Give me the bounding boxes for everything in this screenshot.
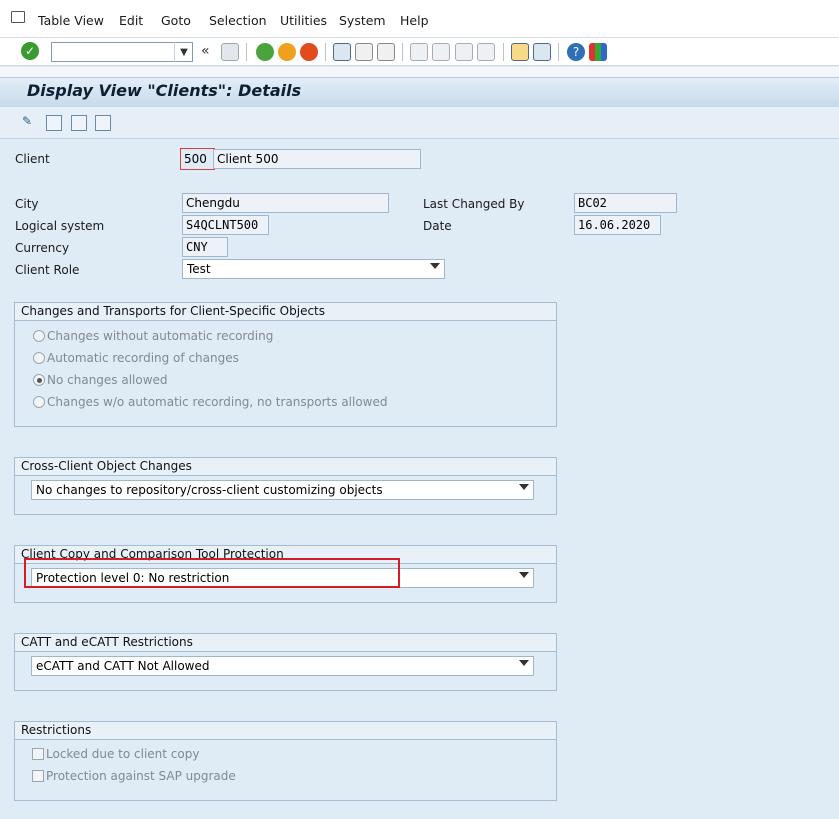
select-entry-icon[interactable] — [95, 115, 111, 131]
date-label: Date — [423, 219, 452, 233]
toolbar-separator — [402, 43, 403, 61]
menu-goto[interactable]: Goto — [161, 13, 191, 28]
next-page-icon[interactable] — [455, 43, 473, 61]
application-toolbar — [0, 107, 839, 139]
last-changed-by-label: Last Changed By — [423, 197, 525, 211]
command-field[interactable] — [51, 42, 193, 62]
page-title: Display View "Clients": Details — [27, 81, 302, 100]
cross-client-value: No changes to repository/cross-client cu… — [36, 483, 383, 497]
chevron-down-icon — [519, 660, 529, 666]
cross-client-title: Cross-Client Object Changes — [15, 458, 556, 476]
customize-layout-icon[interactable] — [589, 43, 607, 61]
find-next-icon[interactable] — [377, 43, 395, 61]
checkbox-label: Locked due to client copy — [46, 747, 200, 761]
radio-automatic-recording[interactable]: Automatic recording of changes — [33, 351, 239, 365]
client-field[interactable]: 500 — [184, 152, 207, 166]
previous-page-icon[interactable] — [432, 43, 450, 61]
radio-no-changes-allowed[interactable]: No changes allowed — [33, 373, 168, 387]
toolbar-separator — [503, 43, 504, 61]
radio-label: Changes w/o automatic recording, no tran… — [47, 395, 388, 409]
first-page-icon[interactable] — [410, 43, 428, 61]
cross-client-select[interactable]: No changes to repository/cross-client cu… — [31, 480, 534, 500]
city-label: City — [15, 197, 39, 211]
radio-label: Changes without automatic recording — [47, 329, 274, 343]
find-icon[interactable] — [355, 43, 373, 61]
radio-label: Automatic recording of changes — [47, 351, 239, 365]
radio-icon — [33, 330, 45, 342]
toolbar-gap — [0, 67, 839, 77]
radio-no-transports[interactable]: Changes w/o automatic recording, no tran… — [33, 395, 388, 409]
changes-transports-group: Changes and Transports for Client-Specif… — [14, 302, 557, 427]
client-role-label: Client Role — [15, 263, 80, 277]
exit-icon[interactable] — [278, 43, 296, 61]
logical-system-field: S4QCLNT500 — [182, 215, 269, 235]
catt-group: CATT and eCATT Restrictions eCATT and CA… — [14, 633, 557, 691]
checkbox-label: Protection against SAP upgrade — [46, 769, 236, 783]
menu-icon[interactable] — [11, 11, 25, 23]
menu-utilities[interactable]: Utilities — [280, 13, 327, 28]
checkbox-upgrade-protection[interactable]: Protection against SAP upgrade — [32, 769, 236, 783]
client-label: Client — [15, 152, 50, 166]
chevron-down-icon — [519, 484, 529, 490]
catt-select[interactable]: eCATT and CATT Not Allowed — [31, 656, 534, 676]
chevron-down-icon — [519, 572, 529, 578]
enter-check-icon[interactable]: ✓ — [21, 42, 39, 60]
restrictions-title: Restrictions — [15, 722, 556, 740]
currency-label: Currency — [15, 241, 70, 255]
catt-value: eCATT and CATT Not Allowed — [36, 659, 210, 673]
command-field-dropdown-icon[interactable]: ▼ — [174, 42, 193, 62]
next-entry-icon[interactable] — [71, 115, 87, 131]
create-session-icon[interactable] — [511, 43, 529, 61]
radio-selected-icon — [33, 374, 45, 386]
client-role-value: Test — [187, 262, 211, 276]
menu-edit[interactable]: Edit — [119, 13, 143, 28]
display-change-icon[interactable]: ✎ — [22, 114, 40, 130]
checkbox-icon — [32, 748, 44, 760]
changes-transports-title: Changes and Transports for Client-Specif… — [15, 303, 556, 321]
catt-title: CATT and eCATT Restrictions — [15, 634, 556, 652]
client-role-select[interactable]: Test — [182, 259, 445, 279]
back-icon[interactable] — [256, 43, 274, 61]
restrictions-group: Restrictions Locked due to client copy P… — [14, 721, 557, 801]
checkbox-locked-client-copy[interactable]: Locked due to client copy — [32, 747, 199, 761]
collapse-icon[interactable]: « — [201, 43, 210, 59]
menu-table-view[interactable]: Table View — [38, 13, 104, 28]
last-page-icon[interactable] — [477, 43, 495, 61]
currency-field: CNY — [182, 237, 228, 257]
radio-icon — [33, 352, 45, 364]
city-field: Chengdu — [182, 193, 389, 213]
date-field: 16.06.2020 — [574, 215, 661, 235]
shortcut-icon[interactable] — [533, 43, 551, 61]
menu-system[interactable]: System — [339, 13, 386, 28]
toolbar-separator — [558, 43, 559, 61]
previous-entry-icon[interactable] — [46, 115, 62, 131]
menu-selection[interactable]: Selection — [209, 13, 267, 28]
client-name-field: Client 500 — [213, 149, 421, 169]
cancel-icon[interactable] — [300, 43, 318, 61]
radio-label: No changes allowed — [47, 373, 168, 387]
logical-system-label: Logical system — [15, 219, 105, 233]
toolbar-separator — [325, 43, 326, 61]
menu-help[interactable]: Help — [400, 13, 429, 28]
highlight-box — [24, 558, 400, 588]
help-icon[interactable]: ? — [567, 43, 585, 61]
print-icon[interactable] — [333, 43, 351, 61]
save-icon[interactable] — [221, 43, 239, 61]
radio-icon — [33, 396, 45, 408]
chevron-down-icon — [430, 263, 440, 269]
checkbox-icon — [32, 770, 44, 782]
toolbar-separator — [246, 43, 247, 61]
cross-client-group: Cross-Client Object Changes No changes t… — [14, 457, 557, 515]
radio-changes-without-recording[interactable]: Changes without automatic recording — [33, 329, 273, 343]
last-changed-by-field: BC02 — [574, 193, 677, 213]
